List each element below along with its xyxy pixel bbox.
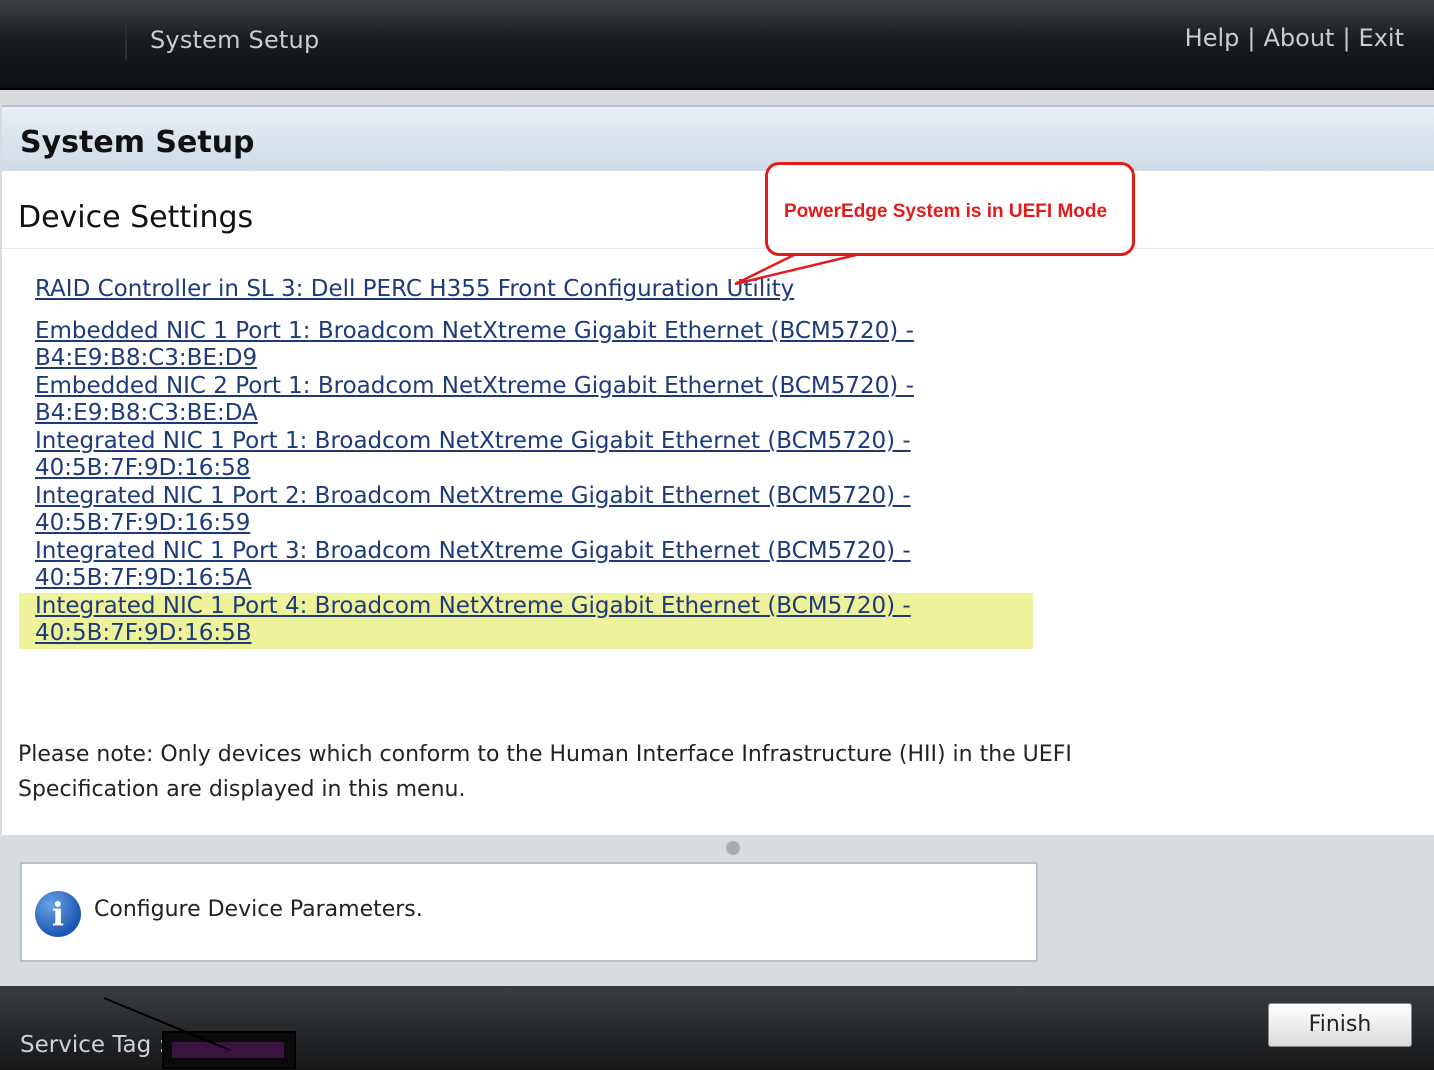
- page-title: System Setup: [20, 125, 255, 160]
- help-info-box: i Configure Device Parameters.: [20, 862, 1038, 962]
- info-icon: i: [35, 891, 81, 937]
- link-separator: |: [1247, 24, 1256, 52]
- exit-link[interactable]: Exit: [1359, 24, 1404, 52]
- device-label: Embedded NIC 2 Port 1: Broadcom NetXtrem…: [35, 373, 914, 399]
- device-label: Integrated NIC 1 Port 2: Broadcom NetXtr…: [35, 483, 911, 509]
- link-separator: |: [1342, 24, 1351, 52]
- device-link-integrated-nic-port3[interactable]: Integrated NIC 1 Port 3: Broadcom NetXtr…: [35, 538, 911, 592]
- section-divider: [2, 248, 1434, 249]
- top-bar: System Setup Help | About | Exit: [0, 0, 1434, 90]
- section-title: Device Settings: [18, 200, 254, 235]
- note-line: Specification are displayed in this menu…: [18, 777, 466, 802]
- top-links: Help | About | Exit: [1185, 24, 1404, 52]
- device-mac: 40:5B:7F:9D:16:59: [35, 510, 251, 536]
- finish-button[interactable]: Finish: [1268, 1003, 1412, 1047]
- service-tag-value: [162, 1031, 296, 1069]
- device-link-embedded-nic1[interactable]: Embedded NIC 1 Port 1: Broadcom NetXtrem…: [35, 318, 914, 372]
- page-header: System Setup: [2, 105, 1434, 171]
- hii-note: Please note: Only devices which conform …: [18, 737, 1072, 807]
- device-mac: 40:5B:7F:9D:16:5B: [35, 620, 252, 646]
- device-link-integrated-nic-port2[interactable]: Integrated NIC 1 Port 2: Broadcom NetXtr…: [35, 483, 911, 537]
- device-link-embedded-nic2[interactable]: Embedded NIC 2 Port 1: Broadcom NetXtrem…: [35, 373, 914, 427]
- app-title: System Setup: [150, 26, 320, 54]
- device-mac: 40:5B:7F:9D:16:58: [35, 455, 251, 481]
- note-line: Please note: Only devices which conform …: [18, 742, 1072, 767]
- device-link-raid-controller[interactable]: RAID Controller in SL 3: Dell PERC H355 …: [35, 276, 794, 303]
- help-link[interactable]: Help: [1185, 24, 1240, 52]
- info-message: Configure Device Parameters.: [94, 897, 423, 922]
- device-label: Integrated NIC 1 Port 1: Broadcom NetXtr…: [35, 428, 911, 454]
- about-link[interactable]: About: [1263, 24, 1334, 52]
- device-mac: B4:E9:B8:C3:BE:D9: [35, 345, 258, 371]
- service-tag-label: Service Tag :: [20, 1032, 167, 1058]
- service-tag-redaction: [172, 1042, 284, 1058]
- top-bar-divider: [125, 18, 127, 60]
- callout-text: PowerEdge System is in UEFI Mode: [784, 201, 1108, 222]
- device-label: RAID Controller in SL 3: Dell PERC H355 …: [35, 276, 795, 302]
- device-link-integrated-nic-port1[interactable]: Integrated NIC 1 Port 1: Broadcom NetXtr…: [35, 428, 911, 482]
- footer-bar: Service Tag :: [0, 986, 1434, 1070]
- device-label: Integrated NIC 1 Port 3: Broadcom NetXtr…: [35, 538, 911, 564]
- device-label: Integrated NIC 1 Port 4: Broadcom NetXtr…: [35, 593, 911, 619]
- device-mac: B4:E9:B8:C3:BE:DA: [35, 400, 258, 426]
- main-panel: System Setup Device Settings RAID Contro…: [2, 105, 1434, 835]
- device-link-integrated-nic-port4[interactable]: Integrated NIC 1 Port 4: Broadcom NetXtr…: [35, 593, 911, 647]
- device-label: Embedded NIC 1 Port 1: Broadcom NetXtrem…: [35, 318, 914, 344]
- uefi-mode-callout: PowerEdge System is in UEFI Mode: [765, 162, 1135, 256]
- device-mac: 40:5B:7F:9D:16:5A: [35, 565, 252, 591]
- scroll-indicator-dot: [726, 841, 740, 855]
